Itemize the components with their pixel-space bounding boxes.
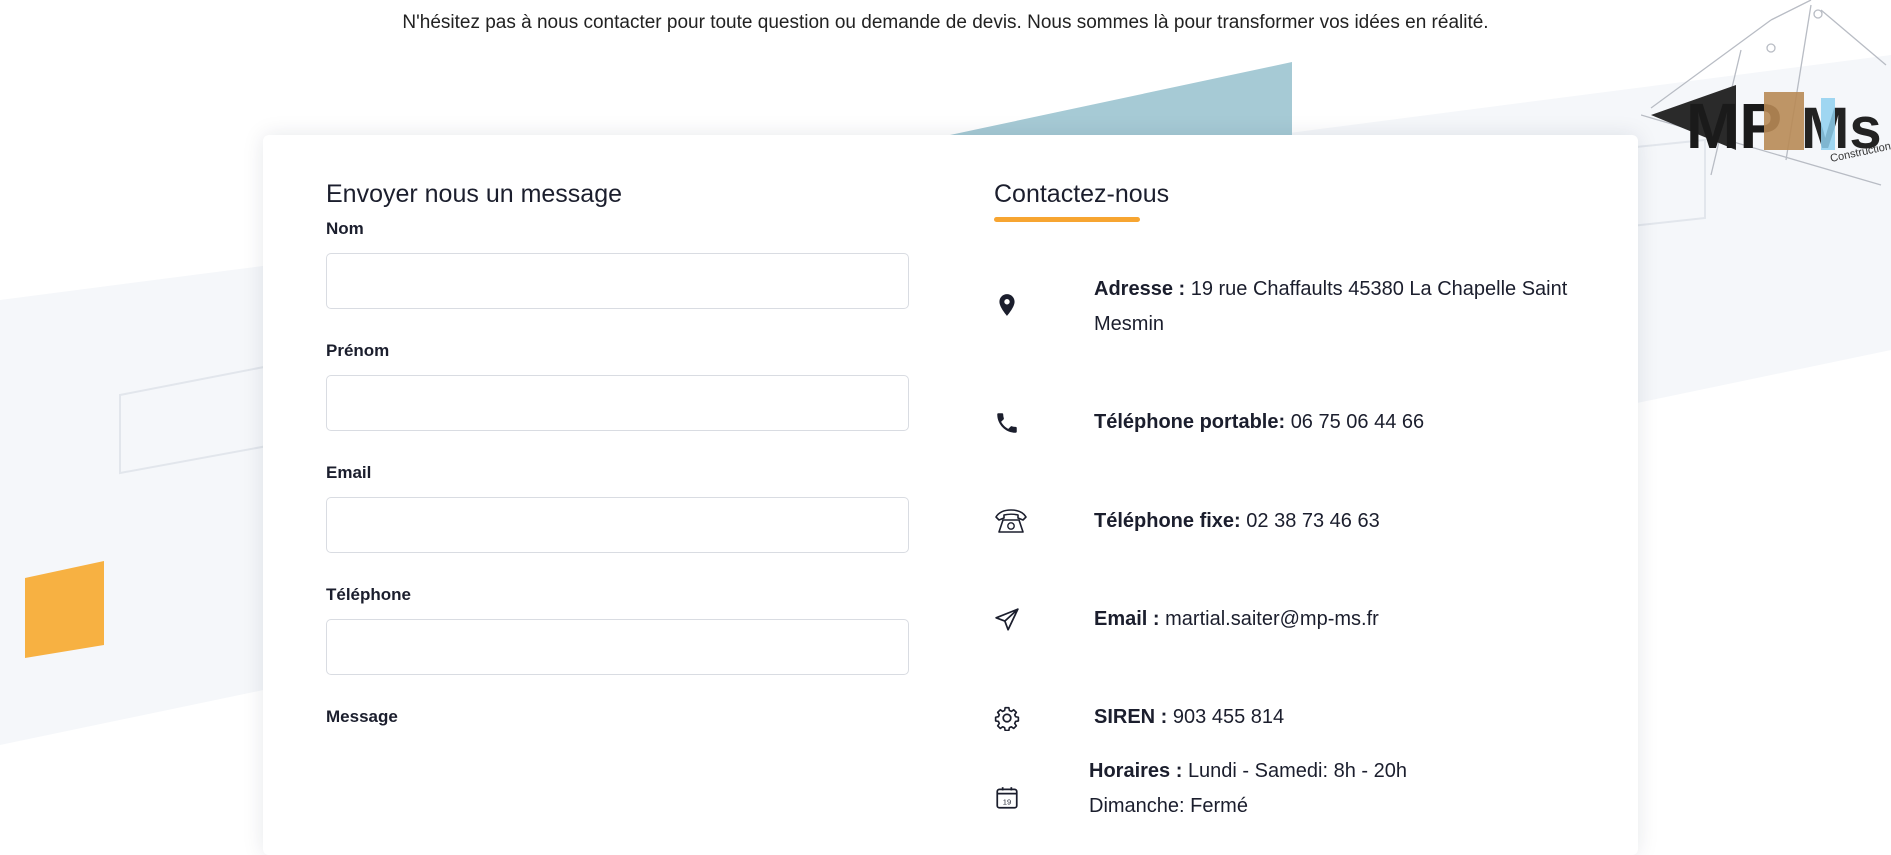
prenom-label: Prénom: [326, 341, 390, 360]
message-form: Envoyer nous un message Nom Prénom Email…: [326, 179, 911, 759]
siren-value: 903 455 814: [1172, 706, 1285, 728]
address-text: Adresse : 19 rue Chaffaults 45380 La Cha…: [1094, 272, 1584, 342]
calendar-icon: 19: [996, 787, 1018, 809]
title-underline: [994, 217, 1140, 222]
location-pin-icon: [999, 294, 1015, 316]
address-label: Adresse :: [1094, 278, 1186, 300]
email-text: Email : martial.saiter@mp-ms.fr: [1094, 602, 1584, 637]
paper-plane-icon: [995, 608, 1019, 631]
form-title: Envoyer nous un message: [326, 180, 623, 208]
intro-text: N'hésitez pas à nous contacter pour tout…: [402, 12, 1489, 33]
nom-label: Nom: [326, 219, 364, 238]
telephone-input[interactable]: [326, 619, 909, 675]
landline-text: Téléphone fixe: 02 38 73 46 63: [1094, 504, 1584, 539]
contact-card: Envoyer nous un message Nom Prénom Email…: [263, 135, 1638, 855]
mobile-phone-icon: [997, 413, 1017, 433]
hours-line-2: Dimanche: Fermé: [1089, 795, 1248, 817]
landline-label: Téléphone fixe:: [1094, 510, 1241, 532]
prenom-input[interactable]: [326, 375, 909, 431]
hours-label: Horaires :: [1089, 760, 1183, 782]
field-email: Email: [326, 463, 911, 553]
calendar-icon-day: 19: [1003, 798, 1011, 807]
nom-input[interactable]: [326, 253, 909, 309]
contact-info: Contactez-nous Adresse : 19 rue Chaffaul…: [994, 179, 1594, 817]
siren-text: SIREN : 903 455 814: [1094, 700, 1584, 735]
field-telephone: Téléphone: [326, 585, 911, 675]
telephone-label: Téléphone: [326, 585, 412, 604]
mobile-text: Téléphone portable: 06 75 06 44 66: [1094, 405, 1584, 440]
field-message: Message: [326, 707, 911, 727]
message-label: Message: [326, 707, 398, 726]
hours-text: Horaires : Lundi - Samedi: 8h - 20h Dima…: [1089, 754, 1579, 824]
landline-phone-icon: [995, 509, 1027, 533]
mobile-label: Téléphone portable:: [1094, 411, 1286, 433]
email-input[interactable]: [326, 497, 909, 553]
landline-value: 02 38 73 46 63: [1246, 510, 1380, 532]
mobile-value: 06 75 06 44 66: [1290, 411, 1425, 433]
email-label: Email: [326, 463, 372, 482]
field-nom: Nom: [326, 219, 911, 309]
gear-icon: [994, 706, 1020, 731]
hours-line-1: Horaires : Lundi - Samedi: 8h - 20h: [1089, 754, 1579, 789]
email-contact-label: Email :: [1094, 608, 1160, 630]
field-prenom: Prénom: [326, 341, 911, 431]
company-logo: MP Ms Construction: [1641, 0, 1891, 186]
hours-value: Lundi - Samedi: 8h - 20h: [1187, 760, 1407, 782]
email-contact-value[interactable]: martial.saiter@mp-ms.fr: [1165, 608, 1379, 630]
contact-title: Contactez-nous: [994, 180, 1170, 208]
siren-label: SIREN :: [1094, 706, 1168, 728]
